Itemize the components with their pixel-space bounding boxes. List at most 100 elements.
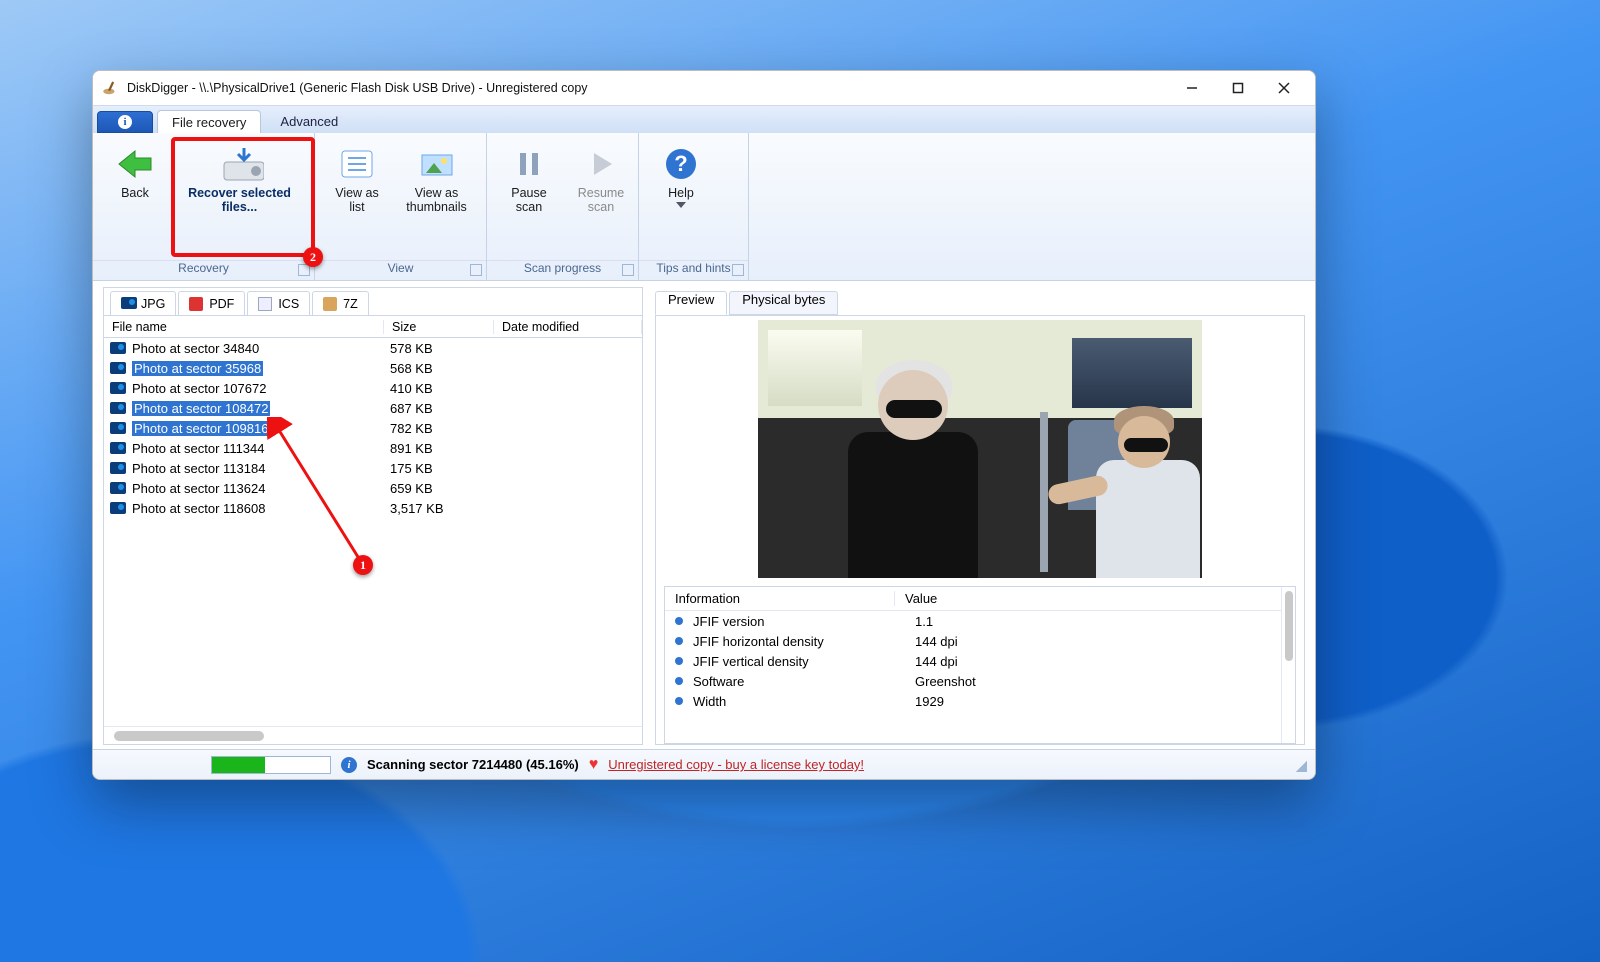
- file-list-hscrollbar[interactable]: [104, 726, 642, 744]
- maximize-button[interactable]: [1215, 73, 1261, 103]
- resume-scan-button: Resume scan: [565, 139, 637, 219]
- filetype-pdf-label: PDF: [209, 297, 234, 311]
- filetype-tab-jpg[interactable]: JPG: [110, 291, 176, 315]
- file-name: Photo at sector 107672: [132, 381, 266, 396]
- photo-icon: [110, 462, 126, 474]
- bullet-icon: [675, 617, 683, 625]
- pause-label: Pause scan: [502, 186, 556, 214]
- tab-file-recovery[interactable]: File recovery: [157, 110, 261, 134]
- status-bar: i Scanning sector 7214480 (45.16%) ♥ Unr…: [93, 749, 1315, 779]
- group-tips-label: Tips and hints: [656, 261, 730, 275]
- info-value: 1929: [905, 694, 944, 709]
- group-recovery-label: Recovery: [178, 261, 229, 275]
- thumbnail-icon: [420, 149, 454, 179]
- col-filename[interactable]: File name: [104, 320, 384, 334]
- ribbon: Back Recover selected files... Recovery: [93, 133, 1315, 281]
- info-row: JFIF version1.1: [665, 611, 1281, 631]
- info-value: Greenshot: [905, 674, 976, 689]
- help-label: Help: [668, 186, 694, 200]
- tab-info[interactable]: i: [97, 111, 153, 133]
- file-row[interactable]: Photo at sector 107672 410 KB: [104, 378, 642, 398]
- info-vscrollbar[interactable]: [1281, 587, 1295, 743]
- back-button[interactable]: Back: [99, 139, 171, 205]
- file-name: Photo at sector 35968: [132, 361, 263, 376]
- preview-container: Information Value JFIF version1.1 JFIF ho…: [655, 315, 1305, 745]
- svg-text:?: ?: [674, 151, 687, 176]
- filetype-tab-ics[interactable]: ICS: [247, 291, 310, 315]
- filetype-tab-pdf[interactable]: PDF: [178, 291, 245, 315]
- resize-grip[interactable]: [1293, 758, 1307, 772]
- help-button[interactable]: ? Help: [645, 139, 717, 213]
- bullet-icon: [675, 657, 683, 665]
- info-key: Width: [693, 694, 905, 709]
- file-list[interactable]: Photo at sector 34840578 KBPhoto at sect…: [104, 338, 642, 726]
- buy-license-link[interactable]: Unregistered copy - buy a license key to…: [608, 757, 864, 772]
- file-row[interactable]: Photo at sector 113624 659 KB: [104, 478, 642, 498]
- photo-icon: [110, 502, 126, 514]
- preview-tab-bytes[interactable]: Physical bytes: [729, 291, 838, 315]
- preview-tabs: Preview Physical bytes: [655, 287, 1305, 315]
- preview-info-box: Information Value JFIF version1.1 JFIF ho…: [664, 586, 1296, 744]
- group-view-expand-icon[interactable]: [470, 264, 482, 276]
- photo-icon: [110, 482, 126, 494]
- preview-pane: Preview Physical bytes Information Value: [655, 287, 1305, 745]
- annotation-badge-2: 2: [303, 247, 323, 267]
- tab-advanced[interactable]: Advanced: [265, 109, 353, 133]
- window-title: DiskDigger - \\.\PhysicalDrive1 (Generic…: [127, 81, 588, 95]
- pause-scan-button[interactable]: Pause scan: [493, 139, 565, 219]
- app-window: DiskDigger - \\.\PhysicalDrive1 (Generic…: [92, 70, 1316, 780]
- file-list-header: File name Size Date modified: [104, 316, 642, 338]
- bullet-icon: [675, 677, 683, 685]
- file-row[interactable]: Photo at sector 108472687 KB: [104, 398, 642, 418]
- info-icon: i: [118, 115, 132, 129]
- file-row[interactable]: Photo at sector 113184175 KB: [104, 458, 642, 478]
- info-col-information[interactable]: Information: [665, 591, 895, 606]
- file-size: 578 KB: [384, 341, 494, 356]
- col-size[interactable]: Size: [384, 320, 494, 334]
- file-list-pane: JPG PDF ICS 7Z File name Size Date modif…: [103, 287, 643, 745]
- tab-advanced-label: Advanced: [280, 114, 338, 129]
- resume-label: Resume scan: [574, 186, 628, 214]
- app-icon: [101, 79, 119, 97]
- recover-button[interactable]: Recover selected files...: [171, 139, 308, 219]
- file-size: 659 KB: [384, 481, 494, 496]
- group-scan-expand-icon[interactable]: [622, 264, 634, 276]
- group-tips-expand-icon[interactable]: [732, 264, 744, 276]
- file-row[interactable]: Photo at sector 111344891 KB: [104, 438, 642, 458]
- file-size: 3,517 KB: [384, 501, 494, 516]
- filetype-tab-7z[interactable]: 7Z: [312, 291, 369, 315]
- info-col-value[interactable]: Value: [895, 591, 1281, 606]
- info-key: JFIF horizontal density: [693, 634, 905, 649]
- ics-icon: [258, 297, 272, 311]
- photo-icon: [110, 442, 126, 454]
- list-icon: [340, 149, 374, 179]
- annotation-badge-1: 1: [353, 555, 373, 575]
- file-size: 410 KB: [384, 381, 494, 396]
- file-size: 175 KB: [384, 461, 494, 476]
- file-name: Photo at sector 111344: [132, 441, 265, 456]
- file-size: 782 KB: [384, 421, 494, 436]
- preview-tab-preview[interactable]: Preview: [655, 291, 727, 315]
- info-value: 1.1: [905, 614, 933, 629]
- col-modified[interactable]: Date modified: [494, 320, 642, 334]
- file-row[interactable]: Photo at sector 35968568 KB: [104, 358, 642, 378]
- group-view-label: View: [388, 261, 414, 275]
- filetype-jpg-label: JPG: [141, 297, 165, 311]
- file-row[interactable]: Photo at sector 109816782 KB: [104, 418, 642, 438]
- view-thumbnails-label: View as thumbnails: [402, 186, 471, 214]
- minimize-button[interactable]: [1169, 73, 1215, 103]
- file-row[interactable]: Photo at sector 34840578 KB: [104, 338, 642, 358]
- file-name: Photo at sector 113624: [132, 481, 265, 496]
- info-value: 144 dpi: [905, 634, 958, 649]
- filetype-7z-label: 7Z: [343, 297, 358, 311]
- photo-icon: [110, 422, 126, 434]
- recover-label: Recover selected files...: [180, 186, 299, 214]
- view-thumbnails-button[interactable]: View as thumbnails: [393, 139, 480, 219]
- file-name: Photo at sector 108472: [132, 401, 270, 416]
- close-button[interactable]: [1261, 73, 1307, 103]
- view-list-button[interactable]: View as list: [321, 139, 393, 219]
- file-row[interactable]: Photo at sector 1186083,517 KB: [104, 498, 642, 518]
- group-scan-label: Scan progress: [524, 261, 601, 275]
- preview-tab-bytes-label: Physical bytes: [742, 292, 825, 307]
- photo-icon: [110, 382, 126, 394]
